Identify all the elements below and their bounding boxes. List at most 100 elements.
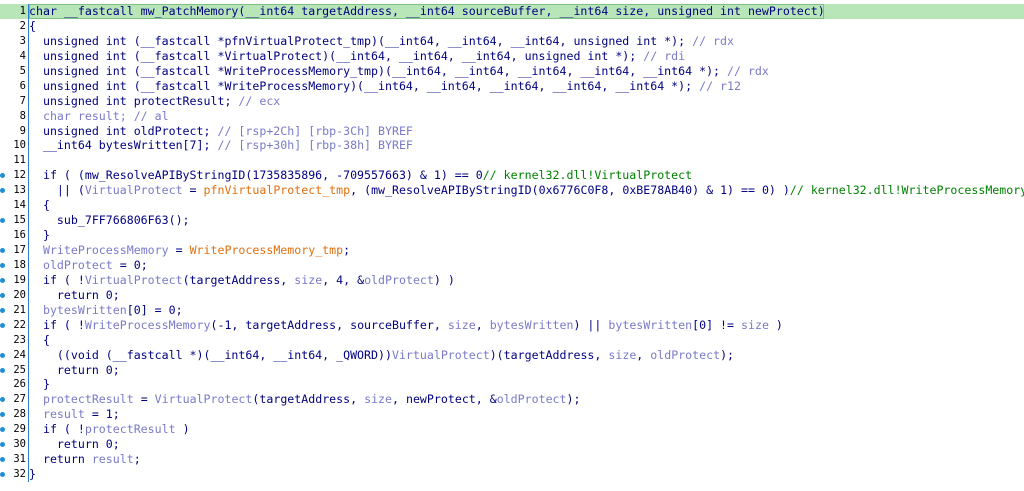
variable-token[interactable]: size — [741, 318, 769, 332]
code-text[interactable]: char result; // al — [29, 109, 1024, 124]
code-line-29[interactable]: 29 if ( !protectResult ) — [0, 422, 1024, 438]
code-token[interactable]: )(targetAddress, — [490, 348, 609, 362]
code-line-10[interactable]: 10 __int64 bytesWritten[7]; // [rsp+30h]… — [0, 138, 1024, 154]
variable-token[interactable]: size — [608, 348, 636, 362]
variable-token[interactable]: bytesWritten — [490, 318, 574, 332]
breakpoint-dot-icon[interactable] — [0, 322, 5, 328]
variable-token[interactable]: oldProtect — [43, 258, 113, 272]
code-token[interactable]: = 1; — [85, 407, 120, 421]
code-comment[interactable]: char result; — [29, 109, 134, 123]
code-line-11[interactable]: 11 — [0, 153, 1024, 169]
code-line-18[interactable]: 18 oldProtect = 0; — [0, 257, 1024, 273]
variable-token[interactable]: result — [92, 452, 134, 466]
code-text[interactable]: ((void (__fastcall *)(__int64, __int64, … — [29, 348, 1024, 363]
code-text[interactable]: bytesWritten[0] = 0; — [29, 303, 1024, 318]
code-text[interactable]: WriteProcessMemory = WriteProcessMemory_… — [29, 243, 1024, 258]
code-line-5[interactable]: 5 unsigned int (__fastcall *WriteProcess… — [0, 63, 1024, 79]
code-token[interactable]: (targetAddress, — [183, 273, 295, 287]
code-text[interactable]: __int64 bytesWritten[7]; // [rsp+30h] [r… — [29, 138, 1024, 153]
code-line-16[interactable]: 16 } — [0, 228, 1024, 243]
code-text[interactable]: if ( (mw_ResolveAPIByStringID(1735835896… — [29, 168, 1024, 183]
code-token[interactable]: if ( ! — [29, 422, 85, 436]
code-text[interactable] — [29, 153, 1024, 168]
code-token[interactable]: { — [29, 198, 50, 212]
code-text[interactable]: unsigned int oldProtect; // [rsp+2Ch] [r… — [29, 124, 1024, 139]
variable-token[interactable]: VirtualProtect — [155, 392, 253, 406]
code-text[interactable]: if ( !protectResult ) — [29, 422, 1024, 437]
code-token[interactable]: [0] = 0; — [127, 303, 183, 317]
code-comment[interactable]: // r12 — [699, 79, 741, 93]
code-token[interactable]: return 0; — [29, 288, 120, 302]
code-token[interactable]: sub_7FF766806F63(); — [29, 213, 190, 227]
code-text[interactable]: unsigned int protectResult; // ecx — [29, 94, 1024, 109]
code-token[interactable]: return 0; — [29, 437, 120, 451]
variable-token[interactable]: protectResult — [43, 392, 134, 406]
breakpoint-dot-icon[interactable] — [0, 248, 5, 253]
code-line-32[interactable]: 32} — [0, 467, 1024, 482]
variable-token[interactable]: WriteProcessMemory — [43, 243, 169, 257]
code-token[interactable]: __int64 bytesWritten[7]; — [29, 138, 217, 152]
code-line-9[interactable]: 9 unsigned int oldProtect; // [rsp+2Ch] … — [0, 123, 1024, 139]
code-token[interactable]: ; — [343, 243, 350, 257]
variable-token[interactable]: oldProtect — [497, 392, 567, 406]
variable-token[interactable]: bytesWritten — [608, 318, 692, 332]
code-line-4[interactable]: 4 unsigned int (__fastcall *VirtualProte… — [0, 48, 1024, 64]
variable-token[interactable]: oldProtect — [364, 273, 434, 287]
code-text[interactable]: } — [29, 467, 1024, 482]
code-line-21[interactable]: 21 bytesWritten[0] = 0; — [0, 302, 1024, 318]
breakpoint-dot-icon[interactable] — [0, 367, 5, 373]
code-line-8[interactable]: 8 char result; // al — [0, 108, 1024, 124]
code-text[interactable]: unsigned int (__fastcall *WriteProcessMe… — [29, 64, 1024, 79]
code-line-1[interactable]: 1 char __fastcall mw_PatchMemory(__int64 … — [0, 4, 1024, 19]
code-token[interactable]: unsigned int (__fastcall *pfnVirtualProt… — [29, 34, 692, 48]
code-token[interactable]: unsigned int (__fastcall *WriteProcessMe… — [29, 64, 727, 78]
code-text[interactable]: return result; — [29, 452, 1024, 467]
code-line-6[interactable]: 6 unsigned int (__fastcall *WriteProcess… — [0, 78, 1024, 94]
code-line-7[interactable]: 7 unsigned int protectResult; // ecx — [0, 93, 1024, 109]
code-text[interactable]: if ( !WriteProcessMemory(-1, targetAddre… — [29, 318, 1024, 333]
code-text[interactable]: } — [29, 228, 1024, 243]
code-token[interactable]: ); — [720, 348, 734, 362]
code-token[interactable]: return 0; — [29, 363, 120, 377]
breakpoint-dot-icon[interactable] — [0, 352, 5, 358]
code-comment[interactable]: // [rsp+2Ch] [rbp-3Ch] BYREF — [217, 124, 412, 138]
variable-token[interactable]: VirtualProtect — [392, 348, 490, 362]
code-text[interactable]: { — [29, 198, 1024, 213]
code-line-19[interactable]: 19 if ( !VirtualProtect(targetAddress, s… — [0, 272, 1024, 288]
code-comment[interactable]: // rdx — [727, 64, 769, 78]
code-token[interactable]: { — [29, 333, 50, 347]
breakpoint-dot-icon[interactable] — [0, 307, 5, 313]
variable-token[interactable]: oldProtect — [650, 348, 720, 362]
variable-token[interactable]: result — [43, 407, 85, 421]
code-line-13[interactable]: 13 || (VirtualProtect = pfnVirtualProtec… — [0, 183, 1024, 199]
code-text[interactable]: result = 1; — [29, 407, 1024, 422]
code-text[interactable]: protectResult = VirtualProtect(targetAdd… — [29, 392, 1024, 407]
code-token[interactable]: = 0; — [113, 258, 148, 272]
code-token[interactable]: if ( ! — [29, 318, 85, 332]
variable-token[interactable]: bytesWritten — [43, 303, 127, 317]
code-text[interactable]: return 0; — [29, 363, 1024, 378]
variable-token[interactable]: protectResult — [85, 422, 176, 436]
code-line-28[interactable]: 28 result = 1; — [0, 407, 1024, 423]
code-token[interactable]: ) — [176, 422, 190, 436]
code-text[interactable]: unsigned int (__fastcall *WriteProcessMe… — [29, 79, 1024, 94]
code-token[interactable]: ); — [567, 392, 581, 406]
code-text[interactable]: unsigned int (__fastcall *pfnVirtualProt… — [29, 34, 1024, 49]
code-line-3[interactable]: 3 unsigned int (__fastcall *pfnVirtualPr… — [0, 33, 1024, 49]
code-token[interactable]: = — [134, 392, 155, 406]
variable-token[interactable]: VirtualProtect — [85, 273, 183, 287]
code-text[interactable]: } — [29, 377, 1024, 392]
code-token[interactable]: unsigned int oldProtect; — [29, 124, 217, 138]
code-token[interactable]: = — [169, 243, 190, 257]
breakpoint-dot-icon[interactable] — [0, 262, 5, 268]
code-token[interactable] — [29, 243, 43, 257]
function-pointer-token[interactable]: pfnVirtualProtect_tmp — [204, 183, 351, 197]
code-text[interactable]: if ( !VirtualProtect(targetAddress, size… — [29, 273, 1024, 288]
code-token[interactable] — [29, 407, 43, 421]
code-line-22[interactable]: 22 if ( !WriteProcessMemory(-1, targetAd… — [0, 317, 1024, 333]
code-token[interactable]: , — [636, 348, 650, 362]
code-text[interactable]: char __fastcall mw_PatchMemory(__int64 t… — [29, 4, 825, 19]
code-token[interactable]: || ( — [29, 183, 85, 197]
variable-token[interactable]: WriteProcessMemory — [85, 318, 211, 332]
code-line-15[interactable]: 15 sub_7FF766806F63(); — [0, 213, 1024, 229]
